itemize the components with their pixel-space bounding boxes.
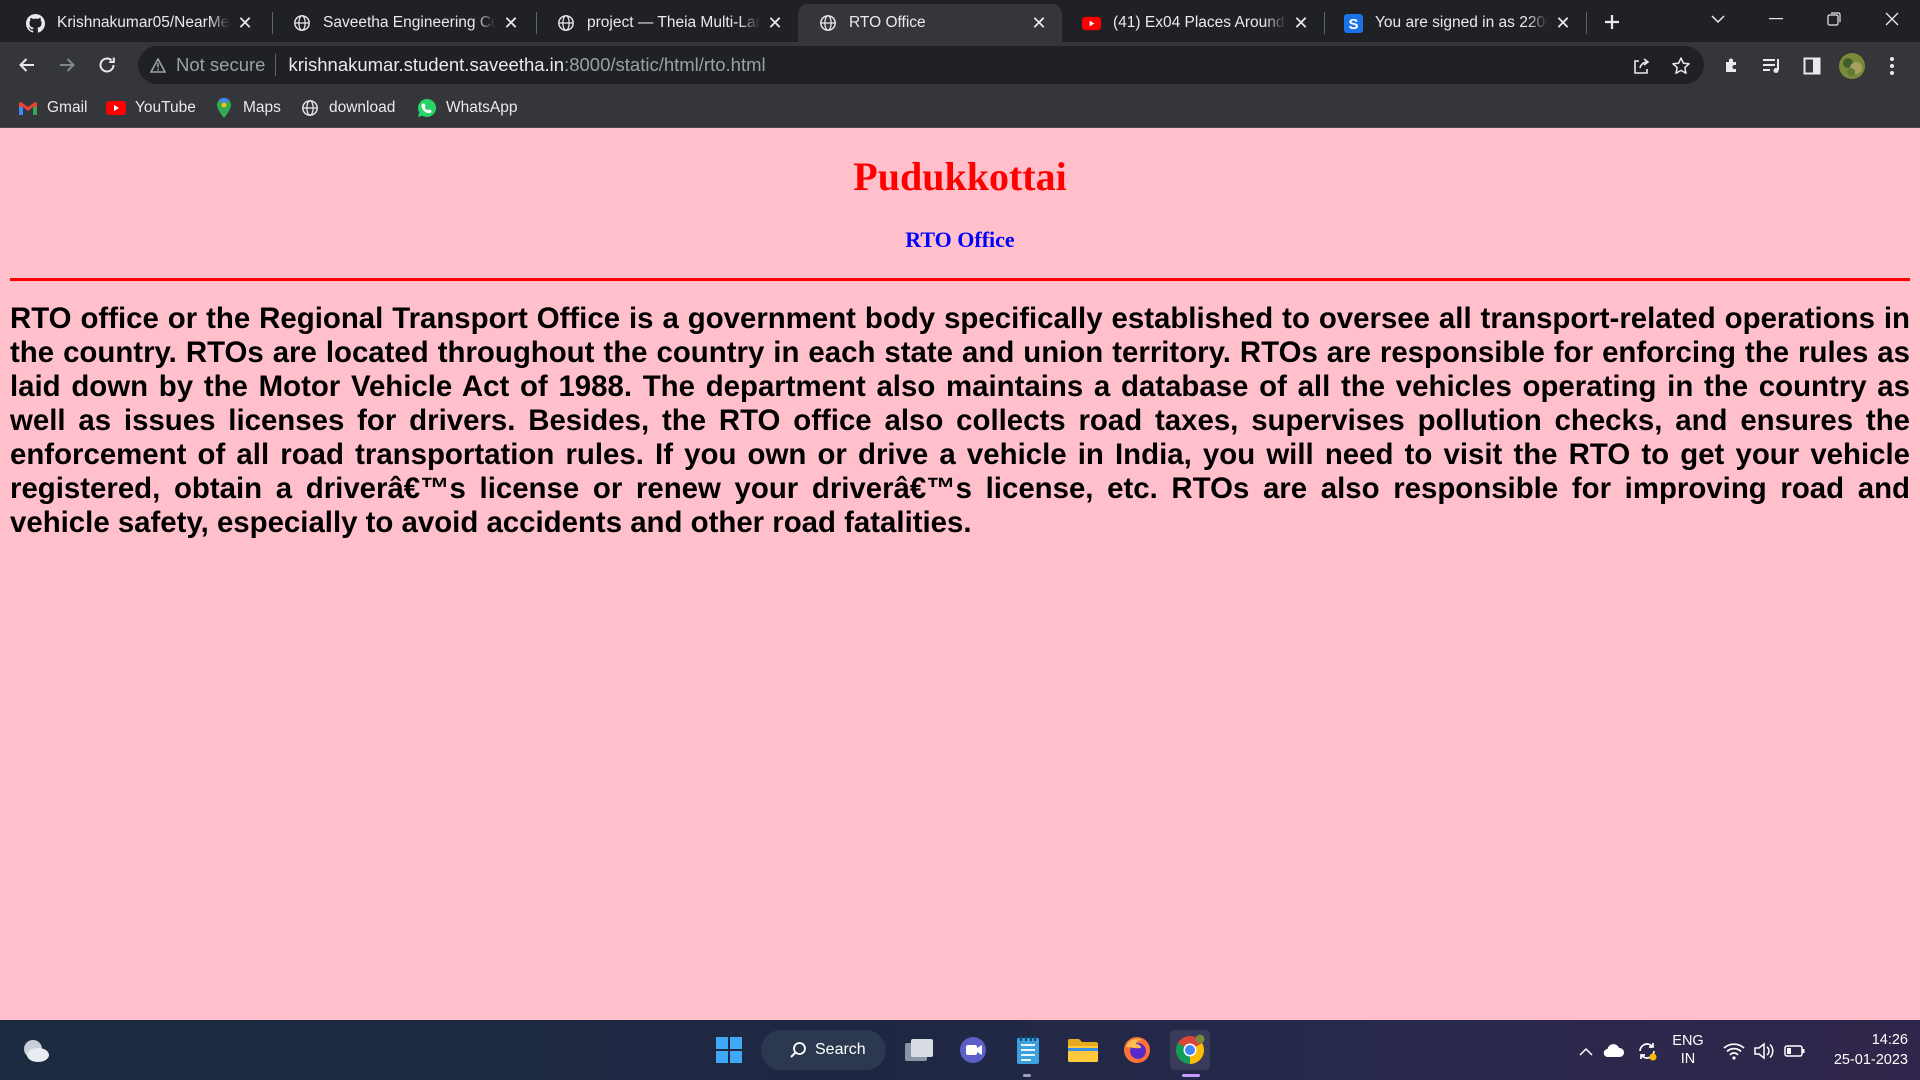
warning-icon bbox=[150, 57, 166, 73]
github-icon bbox=[26, 13, 45, 33]
chevron-up-icon[interactable] bbox=[1575, 1040, 1597, 1062]
forward-button[interactable] bbox=[51, 49, 83, 81]
taskbar: Search ENG IN 14:26 25-01-2023 bbox=[0, 1020, 1920, 1080]
globe-icon bbox=[300, 98, 320, 118]
search-label: Search bbox=[815, 1041, 866, 1058]
file-explorer-icon[interactable] bbox=[1063, 1030, 1103, 1070]
back-button[interactable] bbox=[11, 49, 43, 81]
extensions-icon[interactable] bbox=[1719, 53, 1745, 79]
youtube-icon bbox=[1082, 14, 1101, 33]
bookmark-label: download bbox=[329, 99, 396, 116]
tab-theia-project[interactable]: project — Theia Multi-Language ✕ bbox=[536, 4, 798, 42]
running-indicator bbox=[1023, 1074, 1031, 1077]
region-code: IN bbox=[1680, 1051, 1696, 1067]
bookmark-download[interactable]: download bbox=[300, 96, 395, 120]
address-bar[interactable]: Not secure krishnakumar.student.saveetha… bbox=[138, 46, 1704, 84]
onedrive-icon[interactable] bbox=[1603, 1040, 1625, 1062]
sync-icon[interactable] bbox=[1636, 1040, 1658, 1062]
menu-icon[interactable] bbox=[1879, 53, 1905, 79]
profile-avatar[interactable] bbox=[1839, 53, 1865, 79]
clock-date: 25-01-2023 bbox=[1833, 1052, 1908, 1068]
close-icon[interactable]: ✕ bbox=[1030, 13, 1048, 33]
svg-text:S: S bbox=[1348, 16, 1358, 33]
volume-icon[interactable] bbox=[1753, 1040, 1775, 1062]
youtube-icon bbox=[106, 98, 126, 118]
teams-chat-icon[interactable] bbox=[953, 1030, 993, 1070]
firefox-icon[interactable] bbox=[1117, 1030, 1157, 1070]
tab-label: You are signed in as 22009 bbox=[1375, 14, 1548, 31]
security-indicator[interactable]: Not secure bbox=[150, 54, 277, 76]
tab-signed-in[interactable]: S You are signed in as 22009 ✕ bbox=[1324, 4, 1586, 42]
share-icon[interactable] bbox=[1630, 55, 1652, 77]
tab-youtube-video[interactable]: (41) Ex04 Places Around Me ✕ bbox=[1062, 4, 1324, 42]
restore-button[interactable] bbox=[1808, 0, 1860, 38]
side-panel-icon[interactable] bbox=[1799, 53, 1825, 79]
tab-github[interactable]: Krishnakumar05/NearMe ✕ bbox=[6, 4, 268, 42]
active-app-indicator bbox=[1182, 1074, 1200, 1077]
close-window-button[interactable] bbox=[1866, 0, 1918, 38]
tab-rto-office[interactable]: RTO Office ✕ bbox=[798, 4, 1062, 42]
search-icon bbox=[790, 1042, 806, 1058]
whatsapp-icon bbox=[417, 98, 437, 118]
page-title: Pudukkottai bbox=[853, 154, 1067, 199]
bookmark-label: YouTube bbox=[135, 99, 196, 116]
globe-icon bbox=[818, 14, 837, 33]
maps-icon bbox=[214, 98, 234, 118]
weather-widget-icon[interactable] bbox=[16, 1030, 56, 1070]
clock-time: 14:26 bbox=[1871, 1032, 1908, 1048]
bookmark-youtube[interactable]: YouTube bbox=[106, 96, 196, 120]
globe-icon bbox=[292, 14, 311, 33]
language-code: ENG bbox=[1672, 1033, 1704, 1049]
battery-icon[interactable] bbox=[1784, 1040, 1806, 1062]
bookmarks-bar: Gmail YouTube Maps download WhatsApp bbox=[0, 88, 1920, 128]
language-indicator[interactable]: ENG IN bbox=[1670, 1032, 1706, 1068]
tab-label: Saveetha Engineering College bbox=[323, 14, 496, 31]
tab-saveetha[interactable]: Saveetha Engineering College ✕ bbox=[272, 4, 534, 42]
minimize-button[interactable] bbox=[1750, 0, 1802, 38]
page-viewport: Pudukkottai RTO Office RTO office or the… bbox=[0, 128, 1920, 1020]
url-path: :8000/static/html/rto.html bbox=[564, 54, 766, 75]
tab-search-button[interactable] bbox=[1692, 0, 1744, 38]
reload-button[interactable] bbox=[91, 49, 123, 81]
close-icon[interactable]: ✕ bbox=[1554, 13, 1572, 33]
page-subtitle: RTO Office bbox=[905, 227, 1015, 252]
browser-toolbar: Not secure krishnakumar.student.saveetha… bbox=[0, 42, 1920, 88]
tab-label: Krishnakumar05/NearMe bbox=[57, 14, 230, 31]
start-button[interactable] bbox=[709, 1030, 749, 1070]
new-tab-button[interactable] bbox=[1598, 8, 1626, 36]
task-view-icon[interactable] bbox=[899, 1030, 939, 1070]
tab-label: project — Theia Multi-Language bbox=[587, 14, 760, 31]
bookmark-maps[interactable]: Maps bbox=[214, 96, 281, 120]
chrome-icon[interactable] bbox=[1170, 1030, 1210, 1070]
tab-label: RTO Office bbox=[849, 14, 926, 31]
close-icon[interactable]: ✕ bbox=[236, 13, 254, 33]
bookmark-whatsapp[interactable]: WhatsApp bbox=[417, 96, 518, 120]
s-icon: S bbox=[1344, 13, 1363, 33]
close-icon[interactable]: ✕ bbox=[1292, 13, 1310, 33]
divider bbox=[10, 278, 1910, 281]
body-paragraph: RTO office or the Regional Transport Off… bbox=[10, 302, 1910, 539]
tab-label: (41) Ex04 Places Around Me bbox=[1113, 14, 1286, 31]
tab-strip: Krishnakumar05/NearMe ✕ Saveetha Enginee… bbox=[0, 0, 1920, 42]
taskbar-search[interactable]: Search bbox=[761, 1030, 886, 1070]
security-label: Not secure bbox=[176, 54, 266, 75]
notepad-icon[interactable] bbox=[1008, 1030, 1048, 1070]
bookmark-gmail[interactable]: Gmail bbox=[18, 96, 87, 120]
bookmark-label: Gmail bbox=[47, 99, 88, 116]
close-icon[interactable]: ✕ bbox=[502, 13, 520, 33]
star-icon[interactable] bbox=[1670, 55, 1692, 77]
close-icon[interactable]: ✕ bbox=[766, 13, 784, 33]
wifi-icon[interactable] bbox=[1723, 1040, 1745, 1062]
tab-separator bbox=[1586, 12, 1587, 34]
gmail-icon bbox=[18, 98, 38, 118]
url-host: krishnakumar.student.saveetha.in bbox=[288, 54, 565, 75]
globe-icon bbox=[556, 14, 575, 33]
clock[interactable]: 14:26 25-01-2023 bbox=[1818, 1030, 1908, 1070]
bookmark-label: Maps bbox=[243, 99, 281, 116]
bookmark-label: WhatsApp bbox=[446, 99, 518, 116]
media-control-icon[interactable] bbox=[1759, 53, 1785, 79]
